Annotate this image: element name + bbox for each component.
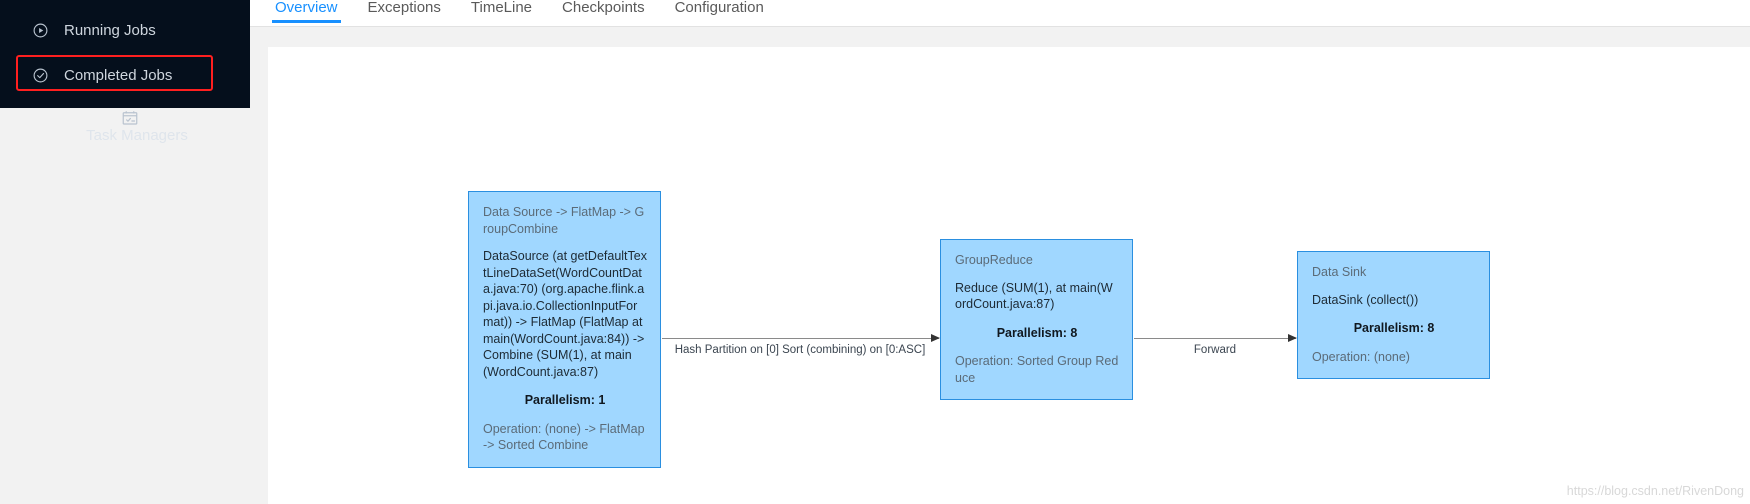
arrow-head-icon — [1288, 334, 1297, 342]
node-title: Data Source -> FlatMap -> GroupCombine — [483, 205, 645, 236]
node-title: GroupReduce — [955, 253, 1033, 267]
node-parallelism: Parallelism: 8 — [996, 325, 1078, 340]
sidebar: Running Jobs Completed Jobs Task Manager… — [0, 0, 250, 504]
node-operation: Operation: (none) -> FlatMap -> Sorted C… — [483, 421, 645, 453]
task-managers-icon — [120, 108, 140, 128]
play-circle-icon — [30, 21, 50, 41]
node-description: DataSource (at getDefaultTextLineDataSet… — [483, 249, 647, 379]
graph-edge-label: Hash Partition on [0] Sort (combining) o… — [674, 344, 926, 356]
graph-node-data-source[interactable]: Data Source -> FlatMap -> GroupCombine D… — [468, 191, 661, 468]
job-detail-tabs: Overview Exceptions TimeLine Checkpoints… — [250, 0, 1750, 27]
sidebar-item-label: Running Jobs — [64, 22, 156, 39]
node-title: Data Sink — [1312, 265, 1367, 279]
tab-timeline[interactable]: TimeLine — [456, 0, 547, 23]
sidebar-item-completed-jobs[interactable]: Completed Jobs — [0, 53, 250, 98]
sidebar-jobs-submenu: Running Jobs Completed Jobs — [0, 0, 250, 108]
node-parallelism: Parallelism: 1 — [524, 393, 606, 407]
graph-edge-label: Forward — [1193, 344, 1237, 356]
flink-dashboard: Running Jobs Completed Jobs Task Manager… — [0, 0, 1750, 504]
graph-node-group-reduce[interactable]: GroupReduce Reduce (SUM(1), at main(Word… — [940, 239, 1133, 400]
node-operation: Operation: Sorted Group Reduce — [955, 354, 1119, 385]
graph-node-data-sink[interactable]: Data Sink DataSink (collect()) Paralleli… — [1297, 251, 1490, 379]
node-description: Reduce (SUM(1), at main(WordCount.java:8… — [955, 280, 1113, 312]
tab-exceptions[interactable]: Exceptions — [353, 0, 456, 23]
sidebar-item-label: Task Managers — [86, 127, 188, 144]
node-description: DataSink (collect()) — [1312, 292, 1419, 307]
graph-edge-forward — [1134, 334, 1297, 342]
sidebar-item-label: Completed Jobs — [64, 67, 173, 84]
main-content: Overview Exceptions TimeLine Checkpoints… — [250, 0, 1750, 504]
overview-panel: Data Source -> FlatMap -> GroupCombine D… — [250, 27, 1750, 504]
arrow-head-icon — [931, 334, 940, 342]
watermark: https://blog.csdn.net/RivenDong — [1566, 484, 1744, 498]
tab-checkpoints[interactable]: Checkpoints — [547, 0, 660, 23]
node-parallelism: Parallelism: 8 — [1353, 321, 1435, 335]
tab-overview[interactable]: Overview — [260, 0, 353, 23]
node-operation: Operation: (none) — [1312, 349, 1410, 364]
sidebar-item-running-jobs[interactable]: Running Jobs — [0, 8, 250, 53]
sidebar-item-task-managers[interactable]: Task Managers — [0, 108, 250, 504]
job-graph-canvas[interactable]: Data Source -> FlatMap -> GroupCombine D… — [268, 47, 1750, 504]
graph-edge-hash-partition — [662, 334, 940, 342]
check-circle-icon — [30, 66, 50, 86]
tab-configuration[interactable]: Configuration — [660, 0, 779, 23]
